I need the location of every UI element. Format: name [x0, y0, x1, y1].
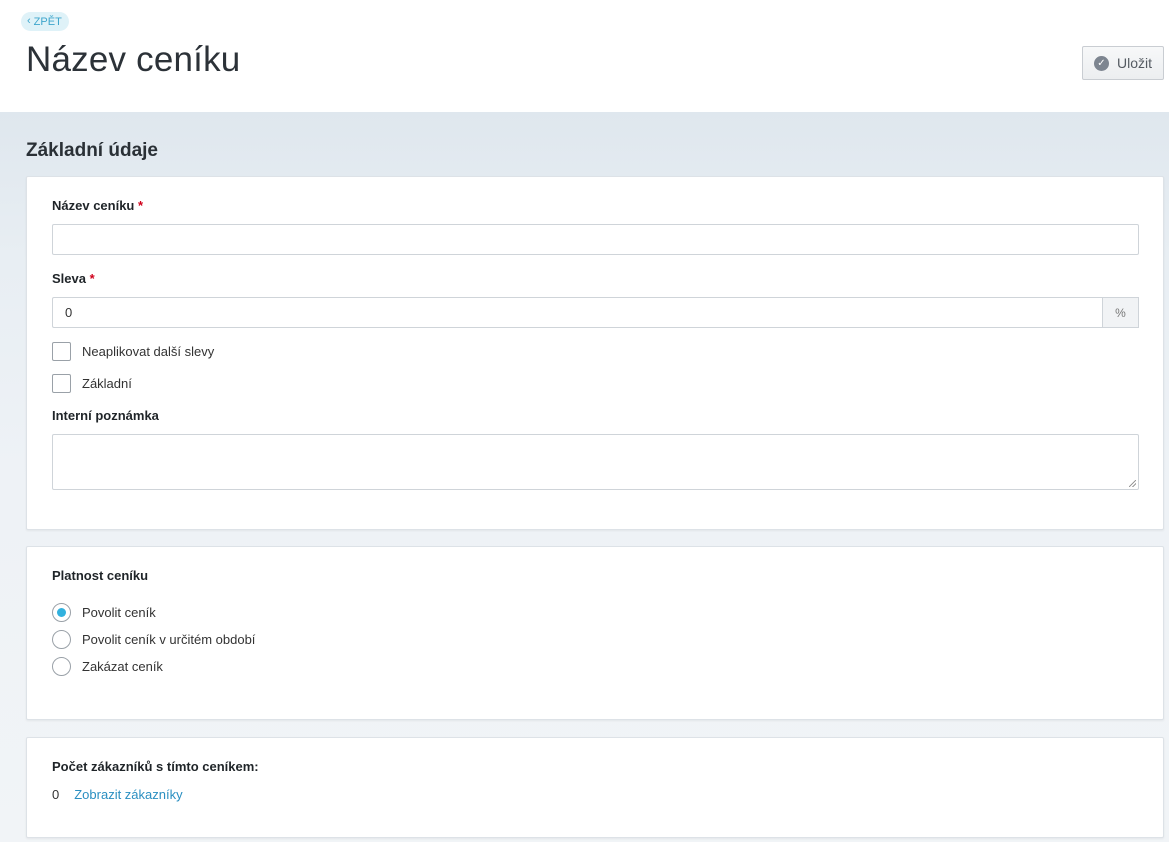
save-label: Uložit: [1116, 55, 1152, 71]
customers-count-row: 0 Zobrazit zákazníky: [52, 787, 183, 802]
back-label: ZPĚT: [33, 15, 62, 28]
show-customers-link[interactable]: Zobrazit zákazníky: [74, 787, 182, 802]
page-title: Název ceníku: [26, 40, 241, 79]
radio-button[interactable]: [52, 630, 71, 649]
checkbox-no-other-discounts[interactable]: Neaplikovat další slevy: [52, 342, 214, 361]
radio-button[interactable]: [52, 657, 71, 676]
radio-label: Zakázat ceník: [82, 659, 163, 674]
basic-info-card: Název ceníku * Sleva * 0 % Neaplikovat d…: [26, 176, 1164, 530]
section-title: Základní údaje: [26, 140, 158, 161]
checkbox[interactable]: [52, 374, 71, 393]
note-textarea[interactable]: [52, 434, 1139, 490]
percent-addon: %: [1102, 297, 1139, 328]
customers-title: Počet zákazníků s tímto ceníkem:: [52, 759, 259, 774]
validity-card: Platnost ceníku Povolit ceník Povolit ce…: [26, 546, 1164, 720]
resize-grip-icon[interactable]: [1129, 480, 1136, 487]
validity-title: Platnost ceníku: [52, 568, 149, 583]
discount-input[interactable]: 0: [52, 297, 1102, 328]
check-circle-icon: ✓: [1093, 55, 1109, 71]
page-header: ‹ ZPĚT Název ceníku ✓ Uložit: [0, 0, 1169, 112]
name-label: Název ceníku *: [52, 198, 143, 213]
checkbox-label: Neaplikovat další slevy: [82, 344, 215, 359]
radio-label: Povolit ceník v určitém období: [82, 632, 256, 647]
radio-button[interactable]: [52, 603, 71, 622]
required-mark: *: [138, 198, 144, 213]
radio-enable-period[interactable]: Povolit ceník v určitém období: [52, 630, 255, 649]
radio-disable[interactable]: Zakázat ceník: [52, 657, 163, 676]
main-content: Základní údaje Název ceníku * Sleva * 0 …: [0, 112, 1169, 842]
radio-enable[interactable]: Povolit ceník: [52, 603, 156, 622]
name-label-text: Název ceníku: [52, 198, 135, 213]
discount-label: Sleva *: [52, 271, 95, 286]
customers-card: Počet zákazníků s tímto ceníkem: 0 Zobra…: [26, 737, 1164, 838]
save-button[interactable]: ✓ Uložit: [1082, 46, 1164, 80]
checkbox-label: Základní: [82, 376, 132, 391]
required-mark: *: [89, 271, 95, 286]
radio-dot: [57, 608, 66, 617]
checkbox[interactable]: [52, 342, 71, 361]
name-input[interactable]: [52, 224, 1139, 255]
customers-count: 0: [52, 787, 60, 802]
checkbox-basic[interactable]: Základní: [52, 374, 132, 393]
back-button[interactable]: ‹ ZPĚT: [21, 12, 69, 31]
radio-label: Povolit ceník: [82, 605, 156, 620]
chevron-left-icon: ‹: [27, 15, 31, 27]
discount-field: 0 %: [52, 297, 1139, 328]
discount-label-text: Sleva: [52, 271, 86, 286]
note-label: Interní poznámka: [52, 408, 159, 423]
